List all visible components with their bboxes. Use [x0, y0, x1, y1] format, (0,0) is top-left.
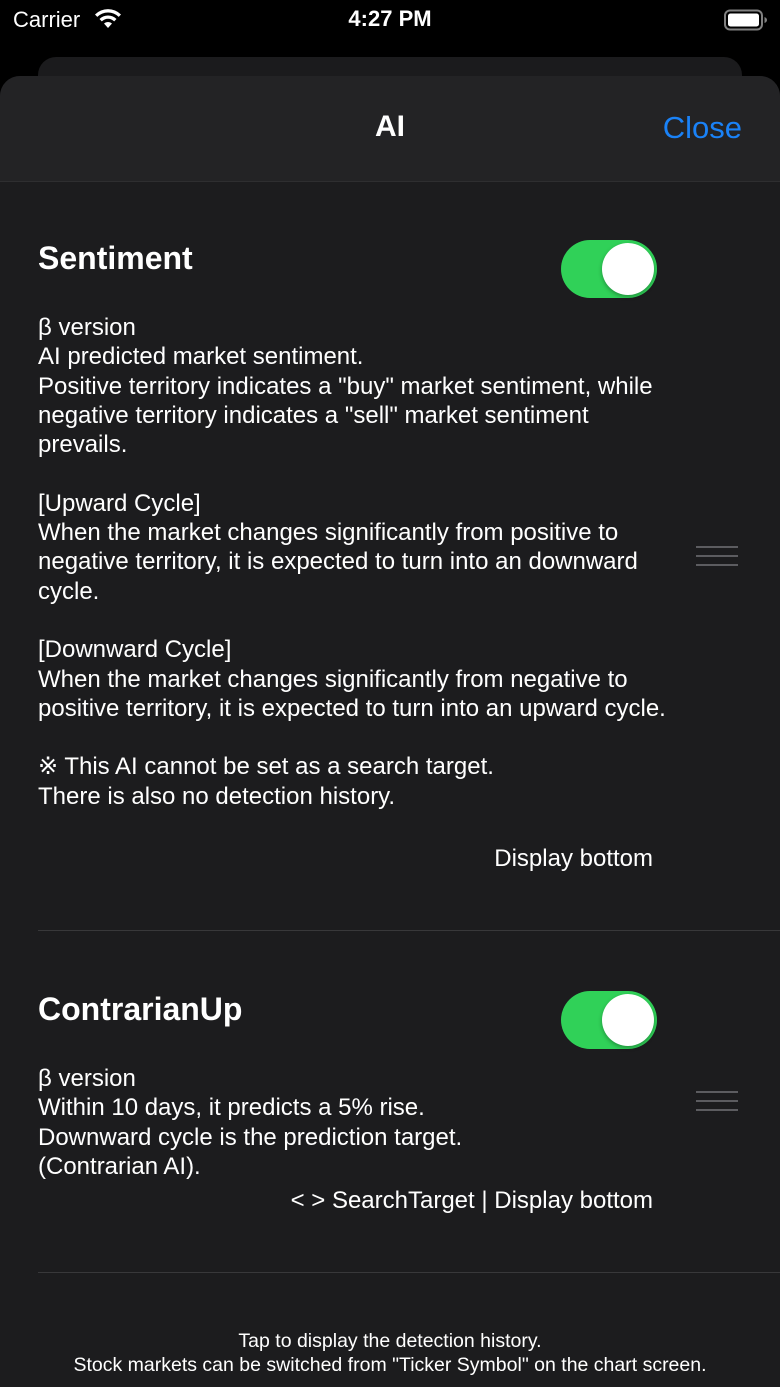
- list-item-sentiment[interactable]: Sentiment β version AI predicted market …: [38, 240, 780, 930]
- item-footer: < > SearchTarget | Display bottom: [290, 1187, 653, 1214]
- ai-settings-sheet: AI Close Sentiment β version AI predicte…: [0, 76, 780, 1387]
- clock: 4:27 PM: [348, 6, 432, 31]
- close-button[interactable]: Close: [663, 110, 742, 146]
- screen: Carrier 4:27 PM AI Close Sentiment β ver…: [0, 0, 780, 1387]
- list-item-contrarianup[interactable]: ContrarianUp β version Within 10 days, i…: [38, 991, 780, 1271]
- contrarianup-toggle[interactable]: [561, 991, 657, 1049]
- item-title: Sentiment: [38, 240, 193, 276]
- battery-icon: [724, 9, 767, 31]
- footnote-line-1: Tap to display the detection history.: [238, 1330, 542, 1352]
- item-description: β version AI predicted market sentiment.…: [38, 314, 666, 810]
- drag-handle-icon[interactable]: [696, 546, 738, 568]
- item-title: ContrarianUp: [38, 991, 243, 1027]
- toggle-knob: [602, 994, 654, 1046]
- status-bar: Carrier 4:27 PM: [0, 0, 780, 40]
- drag-handle-icon[interactable]: [696, 1091, 738, 1113]
- separator: [38, 1272, 780, 1273]
- navigation-bar: AI Close: [0, 76, 780, 182]
- item-footer: Display bottom: [494, 845, 653, 872]
- sentiment-toggle[interactable]: [561, 240, 657, 298]
- item-description: β version Within 10 days, it predicts a …: [38, 1065, 463, 1180]
- footnote-line-2: Stock markets can be switched from "Tick…: [73, 1353, 707, 1376]
- footnote: Tap to display the detection history. St…: [0, 1330, 780, 1377]
- toggle-knob: [602, 243, 654, 295]
- separator: [38, 930, 780, 931]
